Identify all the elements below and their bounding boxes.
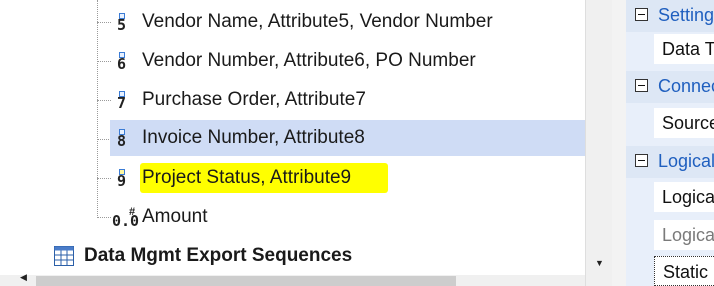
tree-item-purchase-order[interactable]: 7 Purchase Order, Attribute7	[110, 82, 604, 118]
category-label: Connections	[658, 76, 714, 96]
property-label: Data T	[662, 39, 714, 59]
property-row[interactable]: Logica	[654, 182, 714, 212]
pane-splitter[interactable]	[612, 0, 626, 286]
property-row[interactable]: Data T	[654, 34, 714, 64]
property-row[interactable]: Logica	[654, 220, 714, 250]
table-grid-icon	[54, 246, 74, 266]
category-label: Logical	[658, 151, 714, 171]
vertical-scrollbar[interactable]: ▼	[585, 0, 612, 286]
property-row[interactable]: Source	[654, 108, 714, 138]
property-label: Source	[662, 113, 714, 133]
tree-item-label: Amount	[142, 206, 208, 227]
tree-item-label: Vendor Number, Attribute6, PO Number	[142, 50, 476, 71]
tree-connector	[97, 100, 111, 101]
tree-item-label: Project Status, Attribute9	[142, 167, 352, 188]
numbered-field-icon: 9	[116, 169, 130, 189]
tree-item-project-status[interactable]: 9 Project Status, Attribute9	[110, 160, 604, 196]
tree-section-data-mgmt-export-sequences[interactable]: Data Mgmt Export Sequences	[52, 240, 592, 272]
tree-item-vendor-name[interactable]: 5 Vendor Name, Attribute5, Vendor Number	[110, 4, 604, 40]
horizontal-scrollbar[interactable]: ◀	[0, 272, 585, 286]
tree-connector	[97, 217, 111, 218]
scroll-down-arrow-icon[interactable]: ▼	[595, 258, 604, 268]
property-grid: Settings Data T Connections Source Logic…	[626, 0, 714, 286]
tree-pane: 5 Vendor Name, Attribute5, Vendor Number…	[0, 0, 612, 286]
category-logical[interactable]: Logical	[626, 146, 714, 178]
section-label: Data Mgmt Export Sequences	[84, 245, 353, 266]
tree-connector	[97, 139, 111, 140]
horizontal-scroll-thumb[interactable]	[36, 276, 456, 286]
category-connections[interactable]: Connections	[626, 71, 714, 103]
tree-connector	[97, 61, 111, 62]
collapse-icon[interactable]	[635, 8, 648, 21]
tree-item-invoice-number[interactable]: 8 Invoice Number, Attribute8	[110, 120, 604, 156]
property-label: Logica	[662, 225, 714, 245]
numbered-field-icon: 6	[116, 52, 130, 72]
category-label: Settings	[658, 5, 714, 25]
numbered-field-icon: 8	[116, 129, 130, 149]
property-label: Static	[663, 262, 709, 282]
tree-item-label: Invoice Number, Attribute8	[142, 127, 365, 148]
tree-item-label: Purchase Order, Attribute7	[142, 89, 366, 110]
tree-item-vendor-number[interactable]: 6 Vendor Number, Attribute6, PO Number	[110, 43, 604, 79]
property-row-focused[interactable]: Static	[654, 256, 714, 286]
tree-connector-vertical	[97, 0, 98, 218]
category-settings[interactable]: Settings	[626, 0, 714, 32]
property-label: Logica	[662, 187, 714, 207]
tree-connector	[97, 22, 111, 23]
numbered-field-icon: 7	[116, 91, 130, 111]
collapse-icon[interactable]	[635, 154, 648, 167]
tree-item-amount[interactable]: 0.0 # Amount	[110, 199, 604, 235]
decimal-field-icon: 0.0 #	[112, 206, 140, 230]
tree-connector	[97, 178, 111, 179]
collapse-icon[interactable]	[635, 79, 648, 92]
scroll-left-arrow-icon[interactable]: ◀	[20, 272, 27, 283]
tree-item-label: Vendor Name, Attribute5, Vendor Number	[142, 11, 493, 32]
numbered-field-icon: 5	[116, 13, 130, 33]
